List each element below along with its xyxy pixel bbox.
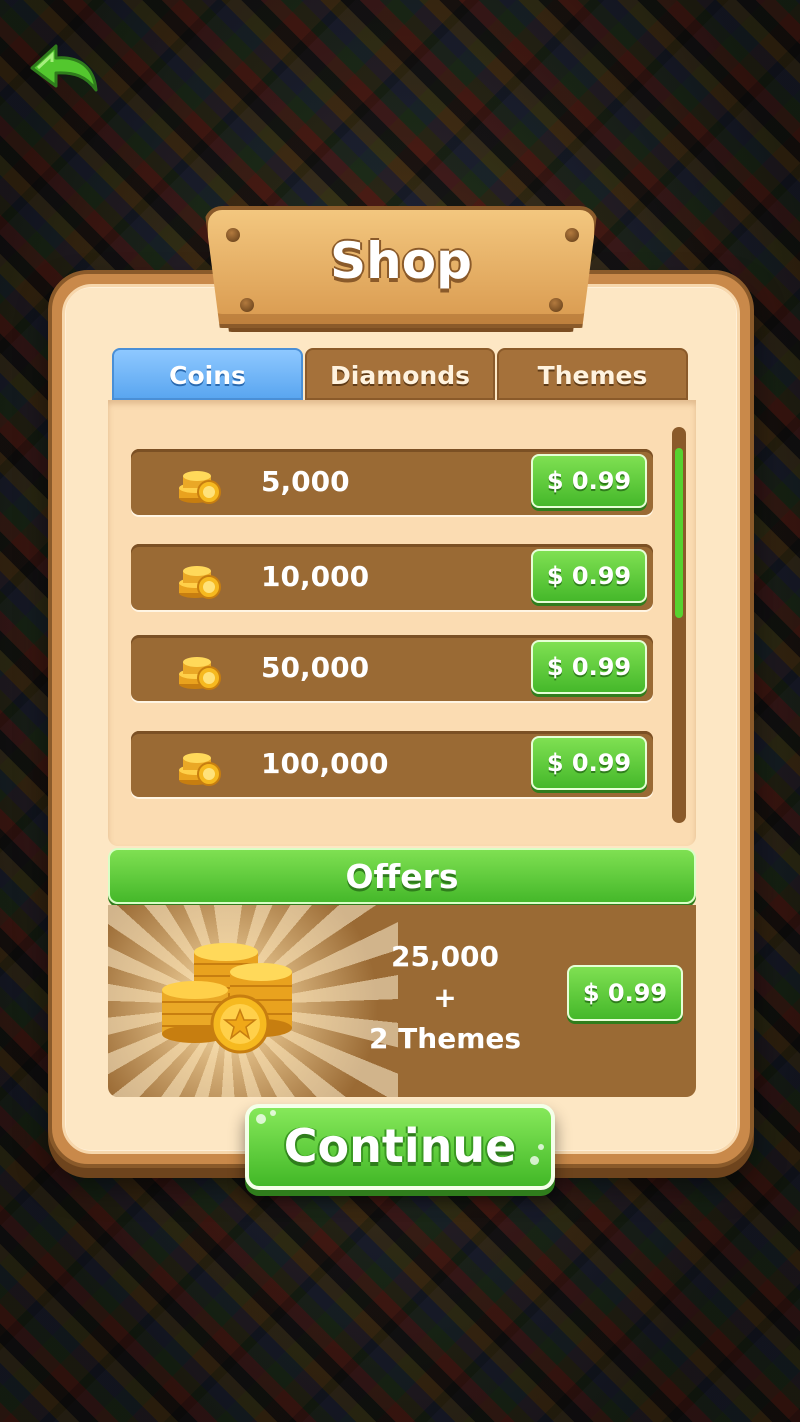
list-item: 10,000 $ 0.99: [131, 544, 653, 610]
back-button[interactable]: [28, 40, 102, 96]
bubble-decoration: [530, 1156, 539, 1165]
list-item: 50,000 $ 0.99: [131, 635, 653, 701]
tab-coins[interactable]: Coins: [112, 348, 303, 400]
offer-description: 25,000 + 2 Themes: [340, 936, 550, 1059]
coin-amount: 10,000: [261, 560, 370, 593]
nail-icon: [549, 298, 563, 312]
continue-button[interactable]: Continue: [245, 1104, 555, 1190]
buy-5000-coins-button[interactable]: $ 0.99: [531, 454, 647, 508]
nail-icon: [240, 298, 254, 312]
bubble-decoration: [270, 1110, 276, 1116]
coin-amount: 50,000: [261, 651, 370, 684]
buy-100000-coins-button[interactable]: $ 0.99: [531, 736, 647, 790]
offers-header: Offers: [108, 848, 696, 904]
list-item: 5,000 $ 0.99: [131, 449, 653, 515]
offer-coins-amount: 25,000: [390, 940, 500, 973]
buy-offer-button[interactable]: $ 0.99: [567, 965, 683, 1021]
tab-themes[interactable]: Themes: [497, 348, 688, 400]
buy-10000-coins-button[interactable]: $ 0.99: [531, 549, 647, 603]
coin-amount: 5,000: [261, 465, 350, 498]
coin-stack-icon: [179, 471, 221, 504]
coin-amount: 100,000: [261, 747, 389, 780]
coin-stack-icon: [179, 753, 221, 786]
back-arrow-icon: [30, 44, 98, 92]
coin-pile-icon: [162, 943, 292, 1054]
tab-diamonds[interactable]: Diamonds: [305, 348, 495, 400]
bubble-decoration: [538, 1144, 544, 1150]
coin-stack-icon: [179, 566, 221, 599]
list-item: 100,000 $ 0.99: [131, 731, 653, 797]
coin-stack-icon: [179, 657, 221, 690]
bubble-decoration: [256, 1114, 266, 1124]
page-title: Shop: [330, 232, 472, 290]
scrollbar-thumb[interactable]: [675, 448, 683, 618]
offer-themes-amount: 2 Themes: [368, 1022, 522, 1055]
offer-plus-sign: +: [433, 981, 457, 1014]
buy-50000-coins-button[interactable]: $ 0.99: [531, 640, 647, 694]
